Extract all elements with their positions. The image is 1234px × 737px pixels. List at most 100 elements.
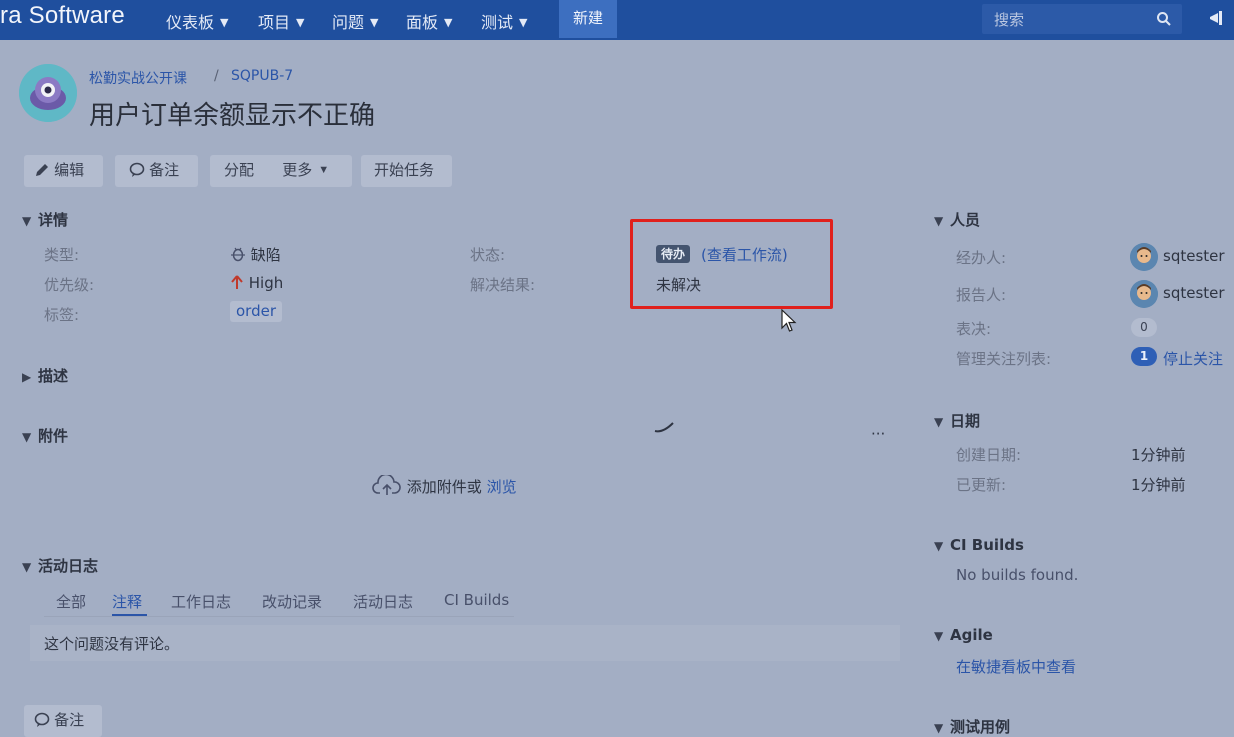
chevron-down-icon: ▼ bbox=[934, 214, 944, 228]
chevron-down-icon: ▼ bbox=[934, 415, 944, 429]
priority-label: 优先级: bbox=[44, 276, 95, 294]
project-avatar[interactable] bbox=[19, 64, 77, 122]
created-label: 创建日期: bbox=[956, 446, 1022, 464]
breadcrumb-project[interactable]: 松勤实战公开课 bbox=[89, 68, 187, 88]
priority-value: High bbox=[230, 274, 283, 292]
priority-value-text: High bbox=[248, 274, 284, 292]
tab-history[interactable]: 改动记录 bbox=[262, 591, 322, 612]
tabs-divider bbox=[44, 616, 514, 617]
chevron-down-icon: ▼ bbox=[519, 16, 528, 29]
nav-dashboards-label: 仪表板 bbox=[166, 13, 215, 32]
updated-label: 已更新: bbox=[956, 476, 1007, 494]
search-icon[interactable] bbox=[1156, 11, 1172, 27]
tab-activity[interactable]: 活动日志 bbox=[353, 591, 413, 612]
ci-builds-section-toggle[interactable]: ▼ CI Builds bbox=[934, 536, 1024, 554]
chevron-down-icon: ▼ bbox=[318, 164, 330, 176]
chevron-down-icon: ▼ bbox=[370, 16, 379, 29]
more-button[interactable]: 更多 ▼ bbox=[282, 162, 329, 179]
type-value-text: 缺陷 bbox=[250, 246, 281, 264]
nav-dashboards[interactable]: 仪表板 ▼ bbox=[166, 9, 228, 33]
megaphone-icon[interactable] bbox=[1208, 10, 1228, 28]
stop-watching-link[interactable]: 停止关注 bbox=[1163, 348, 1223, 369]
dates-heading: 日期 bbox=[950, 412, 981, 430]
comment-icon bbox=[34, 712, 50, 727]
assignee-name[interactable]: sqtester bbox=[1163, 247, 1225, 265]
loading-spinner-icon bbox=[654, 422, 674, 433]
nav-issues[interactable]: 问题 ▼ bbox=[332, 9, 378, 33]
nav-issues-label: 问题 bbox=[332, 13, 365, 32]
watchers-count[interactable]: 1 bbox=[1131, 347, 1157, 366]
details-heading: 详情 bbox=[38, 211, 69, 229]
attachments-heading: 附件 bbox=[38, 427, 69, 445]
attachments-section-toggle[interactable]: ▼ 附件 bbox=[22, 425, 68, 446]
chevron-down-icon: ▼ bbox=[934, 539, 944, 553]
assignee-avatar[interactable] bbox=[1130, 243, 1158, 271]
people-heading: 人员 bbox=[950, 211, 981, 229]
comments-panel: 这个问题没有评论。 bbox=[30, 625, 900, 661]
activity-section-toggle[interactable]: ▼ 活动日志 bbox=[22, 555, 98, 576]
tab-worklog[interactable]: 工作日志 bbox=[171, 591, 231, 612]
assign-button[interactable]: 分配 bbox=[224, 162, 254, 179]
tab-ci-builds[interactable]: CI Builds bbox=[444, 591, 509, 609]
pencil-icon bbox=[36, 164, 48, 176]
type-label: 类型: bbox=[44, 246, 80, 264]
description-section-toggle[interactable]: ▶ 描述 bbox=[22, 365, 68, 386]
reporter-label: 报告人: bbox=[956, 286, 1007, 304]
nav-projects[interactable]: 项目 ▼ bbox=[258, 9, 304, 33]
brand-logo[interactable]: ra Software bbox=[0, 2, 125, 30]
tab-all[interactable]: 全部 bbox=[56, 591, 86, 612]
edit-button-label: 编辑 bbox=[54, 162, 85, 179]
mouse-cursor-icon bbox=[781, 309, 797, 332]
chevron-down-icon: ▼ bbox=[296, 16, 305, 29]
add-comment-button-label: 备注 bbox=[54, 712, 85, 729]
type-value: 缺陷 bbox=[230, 244, 281, 265]
activity-heading: 活动日志 bbox=[38, 557, 99, 575]
description-heading: 描述 bbox=[38, 367, 69, 385]
status-label: 状态: bbox=[470, 246, 506, 264]
cloud-upload-icon bbox=[372, 473, 401, 495]
ci-builds-heading: CI Builds bbox=[950, 536, 1024, 554]
chevron-right-icon: ▶ bbox=[22, 370, 32, 384]
attachment-dropzone[interactable]: 添加附件或 浏览 bbox=[372, 473, 517, 497]
nav-boards[interactable]: 面板 ▼ bbox=[406, 9, 452, 33]
start-task-button[interactable]: 开始任务 bbox=[361, 155, 452, 187]
attachments-more-icon[interactable]: ··· bbox=[871, 425, 885, 443]
resolution-label: 解决结果: bbox=[470, 276, 536, 294]
nav-tests-label: 测试 bbox=[481, 13, 514, 32]
user-avatar-icon bbox=[1130, 243, 1158, 271]
no-comments-text: 这个问题没有评论。 bbox=[44, 635, 180, 653]
breadcrumb-issue-key[interactable]: SQPUB-7 bbox=[231, 68, 293, 84]
comment-button[interactable]: 备注 bbox=[115, 155, 198, 187]
view-in-board-link[interactable]: 在敏捷看板中查看 bbox=[956, 656, 1076, 677]
highlight-box bbox=[630, 219, 833, 309]
more-button-label: 更多 bbox=[282, 162, 313, 179]
user-avatar-icon bbox=[1130, 280, 1158, 308]
agile-heading: Agile bbox=[950, 626, 993, 644]
issue-title[interactable]: 用户订单余额显示不正确 bbox=[89, 95, 375, 132]
nav-projects-label: 项目 bbox=[258, 13, 291, 32]
reporter-name[interactable]: sqtester bbox=[1163, 284, 1225, 302]
search-input[interactable] bbox=[992, 8, 1146, 32]
edit-button[interactable]: 编辑 bbox=[24, 155, 103, 187]
details-section-toggle[interactable]: ▼ 详情 bbox=[22, 209, 68, 230]
arrow-up-icon bbox=[231, 275, 243, 289]
votes-count[interactable]: 0 bbox=[1131, 318, 1157, 337]
dates-section-toggle[interactable]: ▼ 日期 bbox=[934, 410, 980, 431]
add-comment-button[interactable]: 备注 bbox=[24, 705, 102, 737]
watchers-label: 管理关注列表: bbox=[956, 350, 1052, 368]
agile-section-toggle[interactable]: ▼ Agile bbox=[934, 626, 993, 644]
people-section-toggle[interactable]: ▼ 人员 bbox=[934, 209, 980, 230]
browse-link[interactable]: 浏览 bbox=[487, 478, 517, 496]
tab-comments[interactable]: 注释 bbox=[112, 591, 142, 612]
comment-button-label: 备注 bbox=[149, 162, 180, 179]
create-button[interactable]: 新建 bbox=[559, 0, 617, 38]
nav-boards-label: 面板 bbox=[406, 13, 439, 32]
robot-icon bbox=[19, 64, 77, 122]
votes-label: 表决: bbox=[956, 320, 992, 338]
chevron-down-icon: ▼ bbox=[444, 16, 453, 29]
bug-icon bbox=[231, 247, 245, 262]
label-chip-order[interactable]: order bbox=[230, 301, 282, 322]
nav-tests[interactable]: 测试 ▼ bbox=[481, 9, 527, 33]
reporter-avatar[interactable] bbox=[1130, 280, 1158, 308]
chevron-down-icon: ▼ bbox=[934, 721, 944, 735]
